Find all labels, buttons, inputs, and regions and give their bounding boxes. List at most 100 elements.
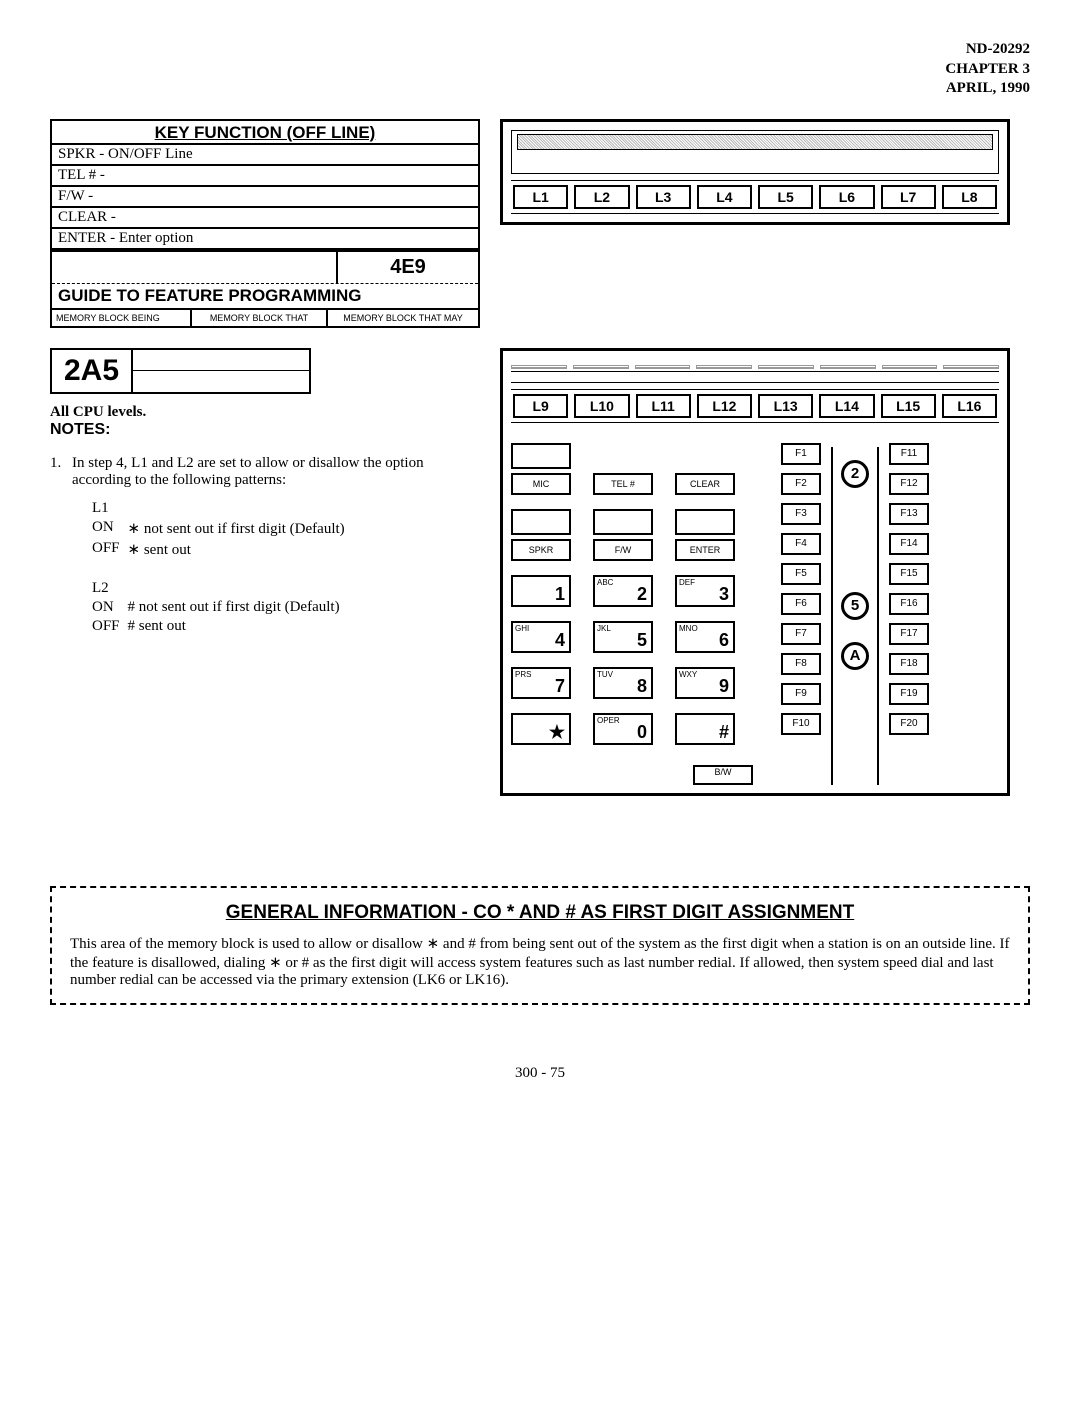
fw-key[interactable]: F/W <box>593 539 653 561</box>
dial-key-star[interactable]: ★ <box>511 713 571 745</box>
line-button[interactable]: L13 <box>758 394 813 418</box>
line-button[interactable]: L3 <box>636 185 691 209</box>
doc-chapter: CHAPTER 3 <box>50 60 1030 80</box>
section-code-box: 2A5 <box>50 348 480 394</box>
opt-desc: ∗ not sent out if first digit (Default) <box>128 518 353 539</box>
f-key[interactable]: F16 <box>889 593 929 615</box>
circle-a[interactable]: A <box>841 642 869 670</box>
note-number: 1. <box>50 455 72 636</box>
f-key[interactable]: F19 <box>889 683 929 705</box>
doc-id: ND-20292 <box>50 40 1030 60</box>
dial-key-3[interactable]: DEF3 <box>675 575 735 607</box>
lcd-line <box>515 153 995 170</box>
clear-key[interactable]: CLEAR <box>675 473 735 495</box>
notes-heading: NOTES: <box>50 421 480 439</box>
opt-desc: ∗ sent out <box>128 539 353 560</box>
blank-key[interactable] <box>511 443 571 469</box>
f-key[interactable]: F8 <box>781 653 821 675</box>
f-key[interactable]: F3 <box>781 503 821 525</box>
general-info-title: GENERAL INFORMATION - CO * AND # AS FIRS… <box>70 902 1010 924</box>
kf-code: 4E9 <box>338 252 478 283</box>
line-button[interactable]: L5 <box>758 185 813 209</box>
enter-key[interactable]: ENTER <box>675 539 735 561</box>
dial-key-5[interactable]: JKL5 <box>593 621 653 653</box>
circle-5[interactable]: 5 <box>841 592 869 620</box>
kf-line: F/W - <box>52 187 478 208</box>
f-key[interactable]: F5 <box>781 563 821 585</box>
dial-key-9[interactable]: WXY9 <box>675 667 735 699</box>
general-info-body: This area of the memory block is used to… <box>70 934 1010 989</box>
circle-column: 2 5 A <box>831 447 879 785</box>
dial-key-8[interactable]: TUV8 <box>593 667 653 699</box>
spkr-key[interactable]: SPKR <box>511 539 571 561</box>
option-table: L1 ON∗ not sent out if first digit (Defa… <box>92 499 353 636</box>
doc-date: APRIL, 1990 <box>50 79 1030 99</box>
opt-head: L1 <box>92 499 128 518</box>
kf-line: ENTER - Enter option <box>52 229 478 250</box>
line-button[interactable]: L8 <box>942 185 997 209</box>
line-button[interactable]: L9 <box>513 394 568 418</box>
dial-key-2[interactable]: ABC2 <box>593 575 653 607</box>
phone-panel-bottom: L9 L10 L11 L12 L13 L14 L15 L16 MIC TEL #… <box>500 348 1010 796</box>
opt-desc: # sent out <box>128 617 353 636</box>
f-key[interactable]: F10 <box>781 713 821 735</box>
cpu-levels: All CPU levels. <box>50 404 480 421</box>
f-key[interactable]: F7 <box>781 623 821 645</box>
kf-mem2: MEMORY BLOCK THAT <box>192 310 328 326</box>
f-key[interactable]: F6 <box>781 593 821 615</box>
page-number: 300 - 75 <box>50 1065 1030 1082</box>
f-key[interactable]: F4 <box>781 533 821 555</box>
f-key[interactable]: F1 <box>781 443 821 465</box>
f-key[interactable]: F20 <box>889 713 929 735</box>
opt-desc: # not sent out if first digit (Default) <box>128 598 353 617</box>
dial-key-6[interactable]: MNO6 <box>675 621 735 653</box>
opt-label: OFF <box>92 617 128 636</box>
dial-key-hash[interactable]: # <box>675 713 735 745</box>
kf-line: TEL # - <box>52 166 478 187</box>
f-key[interactable]: F15 <box>889 563 929 585</box>
lcd-display <box>511 130 999 174</box>
f-key[interactable]: F9 <box>781 683 821 705</box>
line-button[interactable]: L6 <box>819 185 874 209</box>
blank-key[interactable] <box>593 509 653 535</box>
line-button-row: L1 L2 L3 L4 L5 L6 L7 L8 <box>511 180 999 214</box>
bw-key[interactable]: B/W <box>693 765 753 785</box>
line-button[interactable]: L15 <box>881 394 936 418</box>
opt-label: ON <box>92 598 128 617</box>
f-key[interactable]: F12 <box>889 473 929 495</box>
kf-line: CLEAR - <box>52 208 478 229</box>
dial-key-7[interactable]: PRS7 <box>511 667 571 699</box>
line-button[interactable]: L16 <box>942 394 997 418</box>
blank-key[interactable] <box>511 509 571 535</box>
dial-key-0[interactable]: OPER0 <box>593 713 653 745</box>
mic-key[interactable]: MIC <box>511 473 571 495</box>
tel-key[interactable]: TEL # <box>593 473 653 495</box>
line-button[interactable]: L1 <box>513 185 568 209</box>
dial-key-1[interactable]: 1 <box>511 575 571 607</box>
line-button-row: L9 L10 L11 L12 L13 L14 L15 L16 <box>511 389 999 423</box>
doc-header: ND-20292 CHAPTER 3 APRIL, 1990 <box>50 40 1030 99</box>
dial-key-4[interactable]: GHI4 <box>511 621 571 653</box>
line-button[interactable]: L12 <box>697 394 752 418</box>
f-key[interactable]: F11 <box>889 443 929 465</box>
kf-guide: GUIDE TO FEATURE PROGRAMMING <box>52 283 478 308</box>
line-button[interactable]: L14 <box>819 394 874 418</box>
f-key[interactable]: F18 <box>889 653 929 675</box>
f-key[interactable]: F17 <box>889 623 929 645</box>
line-button[interactable]: L10 <box>574 394 629 418</box>
phone-panel-top: L1 L2 L3 L4 L5 L6 L7 L8 <box>500 119 1010 225</box>
note-text: In step 4, L1 and L2 are set to allow or… <box>72 455 480 489</box>
blank-key[interactable] <box>675 509 735 535</box>
line-button[interactable]: L11 <box>636 394 691 418</box>
f-key[interactable]: F14 <box>889 533 929 555</box>
f-column-right: F11 F12 F13 F14 F15 F16 F17 F18 F19 F20 <box>889 443 929 785</box>
line-button[interactable]: L2 <box>574 185 629 209</box>
circle-2[interactable]: 2 <box>841 460 869 488</box>
key-function-title: KEY FUNCTION (OFF LINE) <box>52 121 478 145</box>
line-button[interactable]: L7 <box>881 185 936 209</box>
opt-label: ON <box>92 518 128 539</box>
line-button[interactable]: L4 <box>697 185 752 209</box>
f-key[interactable]: F2 <box>781 473 821 495</box>
f-key[interactable]: F13 <box>889 503 929 525</box>
opt-head: L2 <box>92 579 128 598</box>
